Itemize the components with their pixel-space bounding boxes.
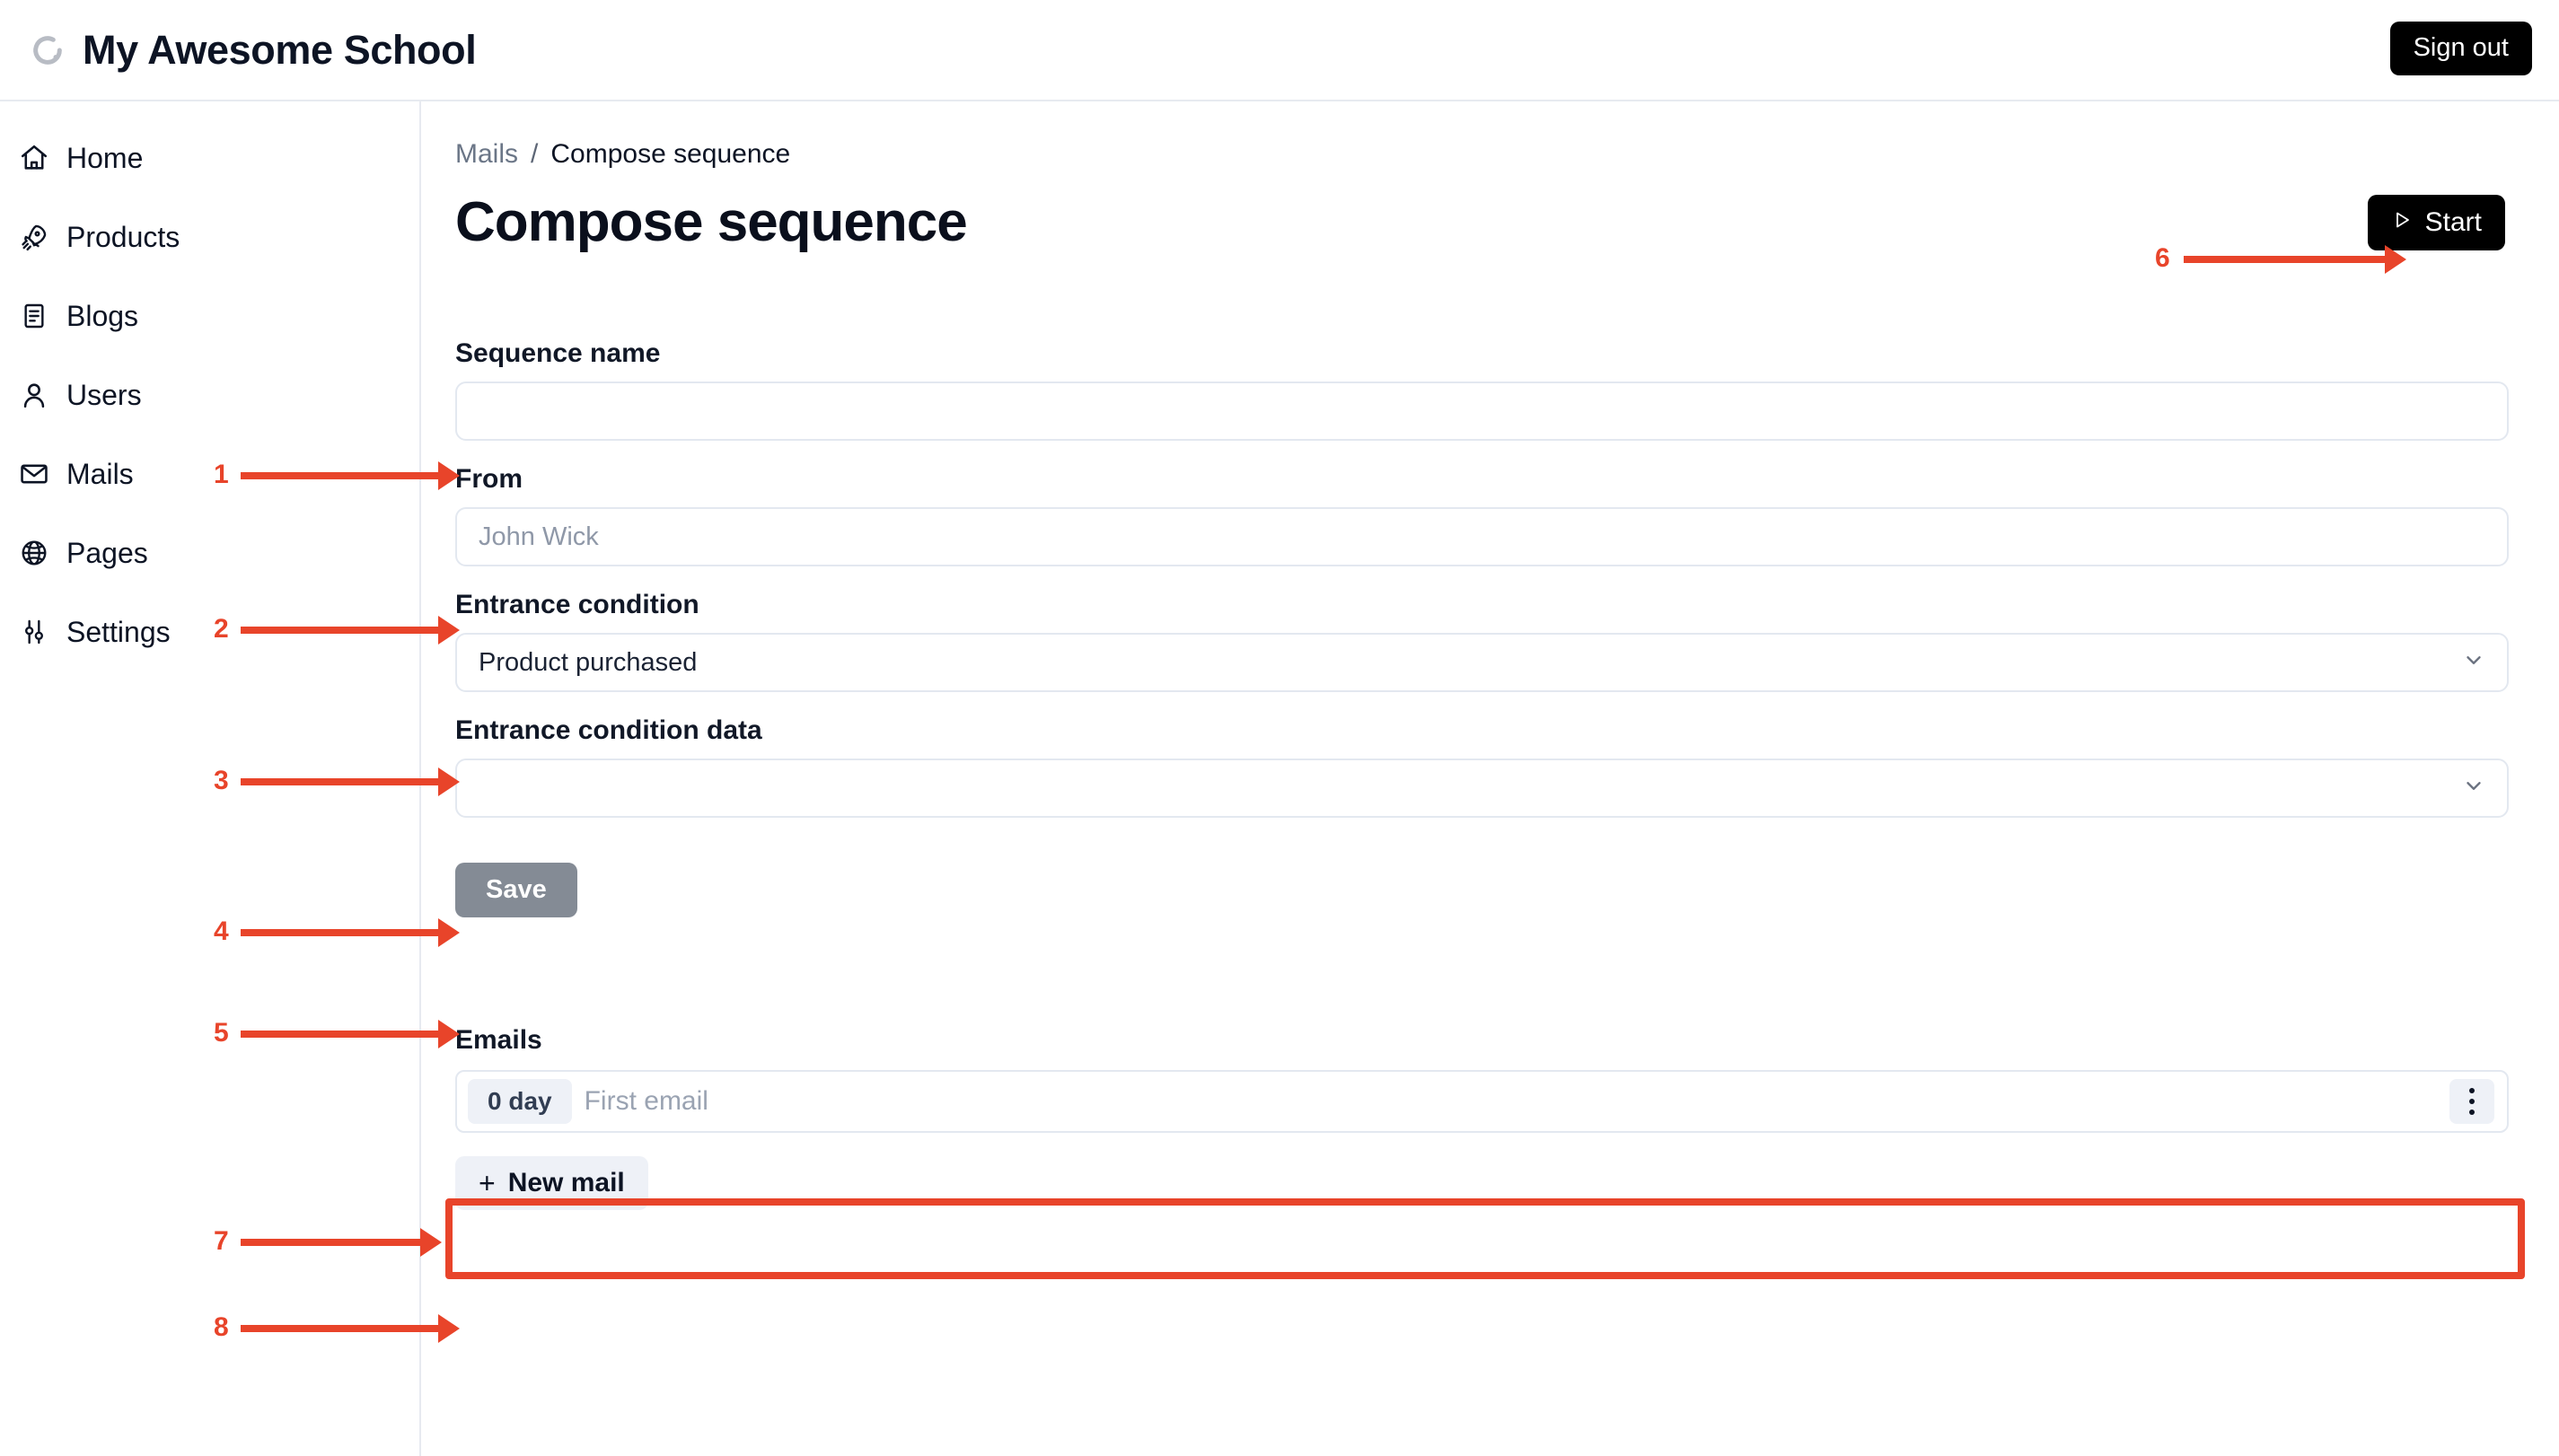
entrance-condition-select[interactable]: Product purchased (455, 633, 2509, 692)
app-root: My Awesome School Sign out Home Products… (0, 0, 2559, 1456)
sidebar-item-mails[interactable]: Mails (0, 450, 419, 498)
entrance-condition-label: Entrance condition (455, 590, 699, 619)
entrance-condition-data-select-wrap (455, 759, 2509, 818)
sidebar-item-label: Home (66, 142, 144, 174)
sliders-icon (14, 612, 54, 652)
entrance-condition-value: Product purchased (479, 647, 698, 677)
sign-out-button[interactable]: Sign out (2389, 22, 2532, 75)
email-day-badge: 0 day (468, 1079, 572, 1124)
breadcrumb: Mails / Compose sequence (455, 141, 2509, 168)
save-button[interactable]: Save (455, 863, 577, 917)
breadcrumb-link-mails[interactable]: Mails (455, 141, 518, 168)
new-mail-button[interactable]: + New mail (455, 1156, 648, 1210)
field-sequence-name: Sequence name (455, 340, 2509, 441)
kebab-menu-icon[interactable] (2449, 1079, 2494, 1124)
sidebar: Home Products Blogs Users Mails Pages Se… (0, 101, 421, 1456)
rocket-icon (14, 217, 54, 257)
new-mail-button-label: New mail (507, 1168, 625, 1197)
sidebar-item-label: Settings (66, 616, 171, 648)
entrance-condition-data-label: Entrance condition data (455, 715, 762, 745)
plus-icon: + (479, 1167, 496, 1199)
sidebar-item-label: Users (66, 379, 142, 411)
email-subject-placeholder[interactable]: First email (585, 1086, 2449, 1117)
document-icon (14, 296, 54, 336)
globe-icon (14, 533, 54, 573)
sidebar-item-label: Products (66, 221, 180, 253)
page-title: Compose sequence (455, 191, 968, 253)
play-triangle-icon (2391, 207, 2413, 238)
sidebar-item-label: Mails (66, 458, 134, 490)
email-list-item[interactable]: 0 day First email (455, 1070, 2509, 1133)
entrance-condition-data-select[interactable] (455, 759, 2509, 818)
sequence-name-label: Sequence name (455, 338, 661, 368)
sidebar-item-home[interactable]: Home (0, 134, 419, 182)
user-icon (14, 375, 54, 415)
home-icon (14, 138, 54, 178)
from-label: From (455, 464, 523, 494)
sidebar-item-products[interactable]: Products (0, 213, 419, 261)
sequence-form: Sequence name From Entrance condition Pr… (455, 340, 2509, 917)
envelope-icon (14, 454, 54, 494)
emails-heading: Emails (455, 1025, 542, 1055)
top-bar: My Awesome School Sign out (0, 0, 2559, 101)
sidebar-item-blogs[interactable]: Blogs (0, 292, 419, 340)
sidebar-item-label: Blogs (66, 300, 139, 332)
breadcrumb-separator: / (531, 139, 539, 169)
sequence-name-input[interactable] (455, 382, 2509, 441)
entrance-condition-select-wrap: Product purchased (455, 633, 2509, 692)
from-input[interactable] (455, 507, 2509, 566)
start-button[interactable]: Start (2367, 195, 2505, 250)
sidebar-item-settings[interactable]: Settings (0, 608, 419, 656)
main-content: Mails / Compose sequence Compose sequenc… (423, 101, 2559, 1456)
field-from: From (455, 466, 2509, 566)
page-header-row: Compose sequence Start (455, 191, 2509, 254)
start-button-label: Start (2424, 207, 2482, 237)
sidebar-item-pages[interactable]: Pages (0, 529, 419, 577)
field-entrance-condition: Entrance condition Product purchased (455, 592, 2509, 692)
sidebar-item-users[interactable]: Users (0, 371, 419, 419)
emails-section: Emails 0 day First email + New mail (455, 1027, 2509, 1210)
breadcrumb-current: Compose sequence (550, 139, 791, 169)
site-title: My Awesome School (83, 27, 477, 73)
spinner-c-icon (27, 30, 68, 71)
sidebar-item-label: Pages (66, 537, 148, 569)
field-entrance-condition-data: Entrance condition data (455, 717, 2509, 818)
